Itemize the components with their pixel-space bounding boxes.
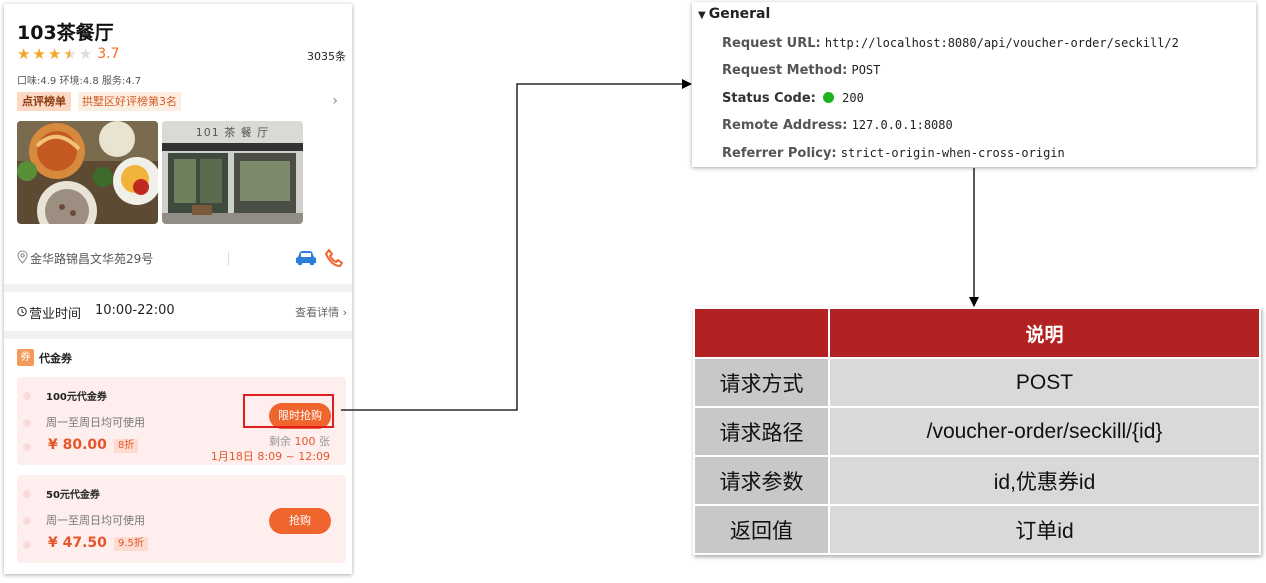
table-label-cell: 请求方式	[693, 357, 830, 408]
request-method-value: POST	[851, 63, 881, 77]
network-general-panel: ▼ General Request URL: http://localhost:8…	[692, 2, 1256, 167]
table-label-cell: 请求路径	[693, 406, 830, 457]
table-value-cell: id,优惠券id	[828, 455, 1261, 506]
table-row: 请求方式 POST	[693, 357, 1261, 408]
api-spec-table: 说明 请求方式 POST 请求路径 /voucher-order/seckill…	[693, 307, 1261, 555]
table-row: 返回值 订单id	[693, 504, 1261, 555]
request-method-key: Request Method:	[722, 63, 848, 78]
table-header-row: 说明	[693, 307, 1261, 359]
status-code-value: 200	[842, 91, 864, 105]
remote-address-key: Remote Address:	[722, 118, 848, 133]
table-label-cell: 返回值	[693, 504, 830, 555]
status-code-key: Status Code:	[722, 91, 816, 106]
table-value-cell: POST	[828, 357, 1261, 408]
status-ok-icon	[823, 92, 835, 103]
table-row: 请求参数 id,优惠券id	[693, 455, 1261, 506]
table-header-cell	[693, 307, 830, 359]
triangle-down-icon: ▼	[698, 10, 706, 21]
referrer-policy-value: strict-origin-when-cross-origin	[840, 146, 1065, 160]
general-section-toggle[interactable]: ▼ General	[698, 6, 770, 22]
remote-address-row: Remote Address: 127.0.0.1:8080	[722, 118, 953, 133]
request-url-key: Request URL:	[722, 36, 821, 51]
referrer-policy-key: Referrer Policy:	[722, 146, 837, 161]
table-label-cell: 请求参数	[693, 455, 830, 506]
arrow-button-to-request	[341, 79, 692, 411]
general-title: General	[708, 6, 771, 22]
request-url-value: http://localhost:8080/api/voucher-order/…	[824, 36, 1179, 50]
table-header-cell: 说明	[828, 307, 1261, 359]
status-code-row: Status Code: 200	[722, 91, 864, 106]
request-method-row: Request Method: POST	[722, 63, 880, 78]
table-value-cell: 订单id	[828, 504, 1261, 555]
request-url-row: Request URL: http://localhost:8080/api/v…	[722, 36, 1179, 51]
remote-address-value: 127.0.0.1:8080	[851, 118, 953, 132]
referrer-policy-row: Referrer Policy: strict-origin-when-cros…	[722, 146, 1065, 161]
table-value-cell: /voucher-order/seckill/{id}	[828, 406, 1261, 457]
table-row: 请求路径 /voucher-order/seckill/{id}	[693, 406, 1261, 457]
